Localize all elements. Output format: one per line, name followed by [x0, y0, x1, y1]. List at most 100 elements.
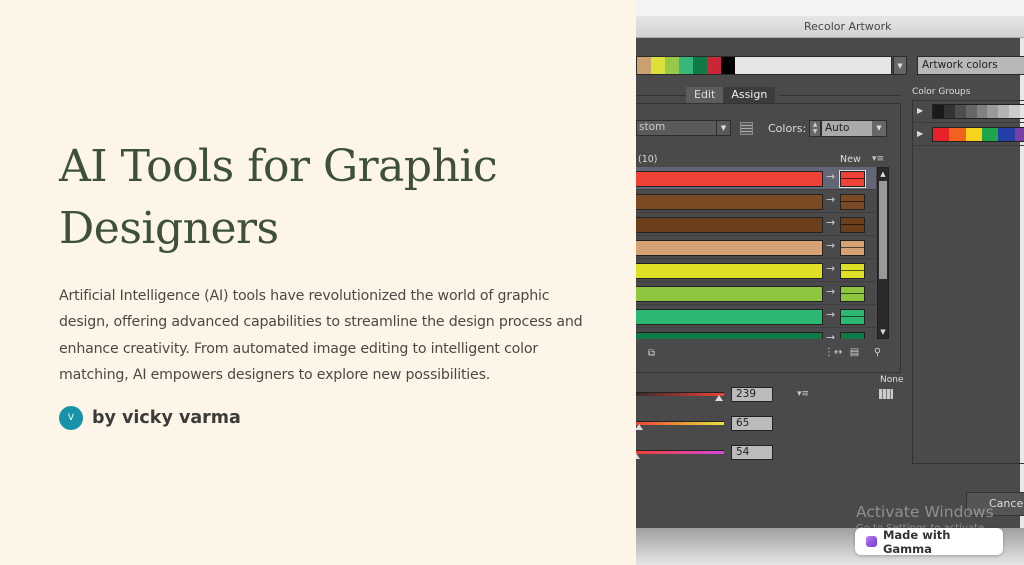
color-row[interactable]: →: [636, 236, 876, 259]
color-slider-g[interactable]: [636, 421, 724, 425]
active-colors-strip[interactable]: [636, 56, 892, 75]
color-groups-label: Color Groups: [912, 87, 971, 97]
group-swatch[interactable]: [949, 128, 966, 141]
harmony-rules-dropdown[interactable]: ▼: [893, 56, 907, 75]
new-color-swatch[interactable]: [840, 194, 865, 210]
group-swatches[interactable]: [932, 127, 1024, 142]
group-swatch[interactable]: [987, 105, 999, 118]
group-swatch[interactable]: [965, 128, 982, 141]
slider-value-b[interactable]: 54: [731, 445, 773, 460]
group-swatch[interactable]: [954, 105, 966, 118]
group-swatch[interactable]: [998, 105, 1010, 118]
new-color-swatch[interactable]: [839, 170, 866, 188]
current-color-bar[interactable]: [636, 217, 823, 233]
expand-triangle-icon[interactable]: ▶: [917, 106, 923, 115]
color-group-row[interactable]: ▶: [912, 101, 1024, 123]
screenshot-top-margin: [636, 0, 1024, 16]
color-row[interactable]: →: [636, 282, 876, 305]
scroll-thumb[interactable]: [879, 181, 887, 279]
color-row[interactable]: →: [636, 259, 876, 282]
current-color-bar[interactable]: [636, 240, 823, 256]
slider-value-r[interactable]: 239: [731, 387, 773, 402]
dialog-titlebar: Recolor Artwork: [636, 16, 1024, 38]
group-swatch[interactable]: [933, 105, 944, 118]
current-color-bar[interactable]: [636, 332, 823, 339]
new-color-swatch[interactable]: [840, 332, 865, 339]
find-color-icon[interactable]: ⚲: [870, 347, 885, 359]
arrow-right-icon[interactable]: →: [826, 216, 835, 229]
group-swatch[interactable]: [976, 105, 988, 118]
slider-handle[interactable]: [636, 453, 640, 459]
tab-assign[interactable]: Assign: [723, 87, 776, 104]
color-slider-b[interactable]: [636, 450, 724, 454]
scroll-up-icon[interactable]: ▲: [878, 168, 888, 180]
new-color-swatch[interactable]: [840, 263, 865, 279]
current-color-bar[interactable]: [636, 309, 823, 325]
arrow-right-icon[interactable]: →: [826, 170, 835, 183]
preset-value: stom: [639, 121, 666, 133]
preset-dropdown[interactable]: stom ▼: [636, 120, 731, 136]
colors-select[interactable]: Auto ▼: [821, 120, 887, 137]
color-row[interactable]: →: [636, 213, 876, 236]
slide-body: Artificial Intelligence (AI) tools have …: [59, 288, 583, 383]
exclude-colors-icon[interactable]: ▤: [847, 347, 862, 359]
group-swatch[interactable]: [1014, 128, 1024, 141]
arrow-right-icon[interactable]: →: [826, 239, 835, 252]
harmony-swatch[interactable]: [707, 57, 721, 74]
current-color-bar[interactable]: [636, 263, 823, 279]
group-swatch[interactable]: [981, 128, 999, 141]
panel-menu-icon[interactable]: ▾≡: [872, 154, 884, 164]
harmony-swatch[interactable]: [679, 57, 693, 74]
scroll-down-icon[interactable]: ▼: [878, 326, 888, 338]
slider-handle[interactable]: [636, 424, 643, 430]
new-color-swatch[interactable]: [840, 240, 865, 256]
harmony-swatch[interactable]: [665, 57, 679, 74]
current-color-bar[interactable]: [636, 286, 823, 302]
arrow-right-icon[interactable]: →: [826, 308, 835, 321]
slider-handle[interactable]: [714, 395, 723, 401]
color-row[interactable]: →: [636, 328, 876, 339]
color-row[interactable]: →: [636, 190, 876, 213]
artwork-colors-field[interactable]: Artwork colors: [917, 56, 1024, 75]
color-slider-r[interactable]: [636, 392, 724, 396]
harmony-swatch[interactable]: [721, 57, 735, 74]
color-list-scrollbar[interactable]: ▲ ▼: [877, 167, 889, 339]
arrow-right-icon[interactable]: →: [826, 331, 835, 339]
color-row[interactable]: →: [636, 167, 876, 190]
new-color-swatch[interactable]: [840, 286, 865, 302]
watermark-line1: Activate Windows: [856, 503, 994, 521]
group-swatch[interactable]: [965, 105, 977, 118]
new-color-swatch[interactable]: [840, 309, 865, 325]
arrow-right-icon[interactable]: →: [826, 285, 835, 298]
current-color-bar[interactable]: [636, 194, 823, 210]
color-group-row[interactable]: ▶: [912, 124, 1024, 146]
made-with-gamma-badge[interactable]: Made with Gamma: [855, 528, 1003, 556]
color-row[interactable]: →: [636, 305, 876, 328]
merge-colors-icon[interactable]: ⋮↔: [824, 347, 842, 359]
slider-value-g[interactable]: 65: [731, 416, 773, 431]
group-swatch[interactable]: [1020, 105, 1024, 118]
color-reduction-options-icon[interactable]: [740, 122, 753, 135]
slide-text-panel: AI Tools for Graphic Designers Artificia…: [0, 0, 636, 565]
color-assignment-list: → → → → → → → →: [636, 167, 876, 339]
arrow-right-icon[interactable]: →: [826, 193, 835, 206]
arrow-right-icon[interactable]: →: [826, 262, 835, 275]
group-swatch[interactable]: [943, 105, 955, 118]
harmony-swatch[interactable]: [637, 57, 651, 74]
tab-divider: [779, 95, 901, 96]
swatch-library-icon[interactable]: [879, 389, 893, 399]
harmony-swatch[interactable]: [693, 57, 707, 74]
current-color-bar[interactable]: [636, 171, 823, 187]
expand-triangle-icon[interactable]: ▶: [917, 129, 923, 138]
color-groups-panel: [912, 100, 1024, 464]
group-swatches[interactable]: [932, 104, 1024, 119]
tab-edit[interactable]: Edit: [686, 87, 724, 104]
group-swatch[interactable]: [998, 128, 1015, 141]
slider-menu-icon[interactable]: ▾≡: [797, 389, 809, 399]
harmony-swatch[interactable]: [651, 57, 665, 74]
new-color-swatch[interactable]: [840, 217, 865, 233]
group-swatch[interactable]: [933, 128, 950, 141]
group-swatch[interactable]: [1009, 105, 1021, 118]
colors-stepper[interactable]: ▲ ▼: [809, 120, 821, 137]
new-row-icon[interactable]: ⧉: [644, 348, 659, 360]
